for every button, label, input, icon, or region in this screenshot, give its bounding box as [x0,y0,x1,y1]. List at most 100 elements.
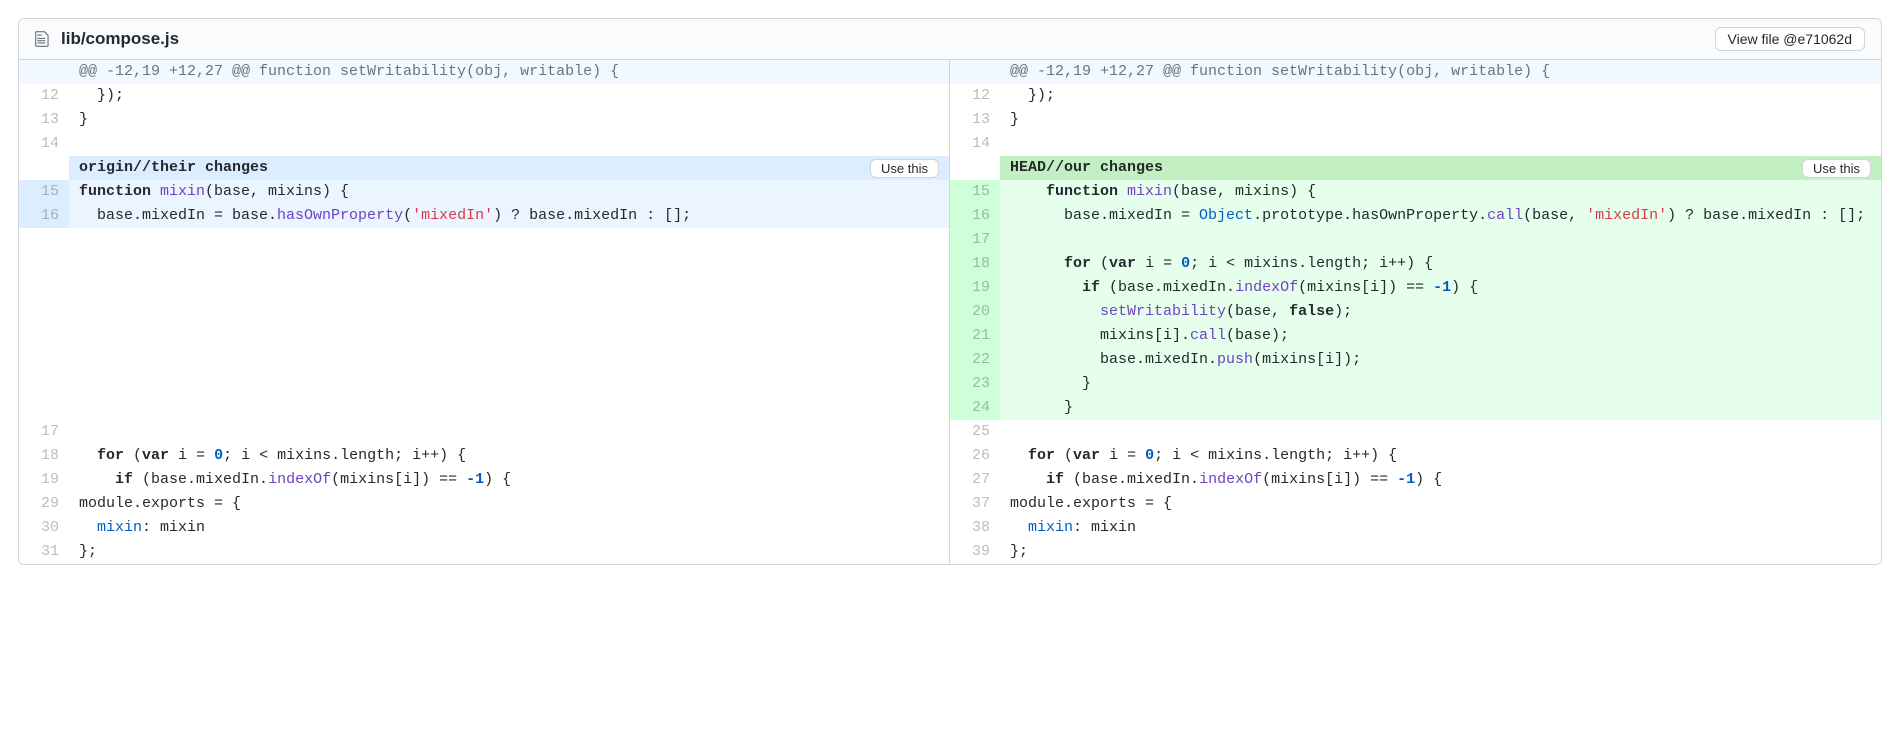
line-number: 18 [19,444,69,468]
code-cell [1000,132,1881,156]
code-row: 15 function mixin(base, mixins) { [950,180,1881,204]
code-cell: if (base.mixedIn.indexOf(mixins[i]) == -… [1000,276,1881,300]
code-row: 21 mixins[i].call(base); [950,324,1881,348]
code-cell: base.mixedIn.push(mixins[i]); [1000,348,1881,372]
code-cell: base.mixedIn = base.hasOwnProperty('mixe… [69,204,949,228]
code-cell: }; [1000,540,1881,564]
line-number: 38 [950,516,1000,540]
line-number: 37 [950,492,1000,516]
diff-side-ours: @@ -12,19 +12,27 @@ function setWritabil… [950,60,1881,564]
empty-row [19,228,949,252]
code-cell: }; [69,540,949,564]
code-row: 20 setWritability(base, false); [950,300,1881,324]
line-number [19,228,69,252]
line-number: 12 [950,84,1000,108]
line-number: 24 [950,396,1000,420]
line-number: 23 [950,372,1000,396]
code-cell: for (var i = 0; i < mixins.length; i++) … [1000,444,1881,468]
code-row: 14 [950,132,1881,156]
code-cell [69,228,949,252]
code-row: 22 base.mixedIn.push(mixins[i]); [950,348,1881,372]
code-row: 30 mixin: mixin [19,516,949,540]
conflict-header-theirs: origin//their changesUse this [19,156,949,180]
code-cell [1000,228,1881,252]
code-row: 19 if (base.mixedIn.indexOf(mixins[i]) =… [19,468,949,492]
empty-row [19,372,949,396]
code-cell [69,420,949,444]
line-number: 18 [950,252,1000,276]
line-number: 21 [950,324,1000,348]
line-number [19,372,69,396]
empty-row [19,348,949,372]
code-cell: for (var i = 0; i < mixins.length; i++) … [1000,252,1881,276]
line-number: 27 [950,468,1000,492]
code-cell: } [1000,108,1881,132]
line-number [19,60,69,84]
line-number: 39 [950,540,1000,564]
code-cell [1000,420,1881,444]
view-file-button[interactable]: View file @e71062d [1715,27,1865,51]
code-cell [69,372,949,396]
line-number: 26 [950,444,1000,468]
file-header: lib/compose.js View file @e71062d [19,19,1881,60]
line-number: 16 [19,204,69,228]
line-number [19,348,69,372]
line-number: 13 [950,108,1000,132]
code-row: 38 mixin: mixin [950,516,1881,540]
code-cell: }); [1000,84,1881,108]
line-number: 13 [19,108,69,132]
line-number [950,156,1000,180]
code-cell: mixins[i].call(base); [1000,324,1881,348]
line-number: 14 [950,132,1000,156]
code-row: 14 [19,132,949,156]
code-row: 31}; [19,540,949,564]
diff-body: @@ -12,19 +12,27 @@ function setWritabil… [19,60,1881,564]
code-cell: setWritability(base, false); [1000,300,1881,324]
code-row: 16 base.mixedIn = Object.prototype.hasOw… [950,204,1881,228]
code-cell [69,396,949,420]
line-number [19,156,69,180]
code-row: 23 } [950,372,1881,396]
empty-row [19,276,949,300]
code-cell: if (base.mixedIn.indexOf(mixins[i]) == -… [1000,468,1881,492]
line-number: 19 [950,276,1000,300]
code-row: 39}; [950,540,1881,564]
line-number [19,300,69,324]
code-cell: function mixin(base, mixins) { [1000,180,1881,204]
code-cell: function mixin(base, mixins) { [69,180,949,204]
code-cell [69,300,949,324]
line-number: 22 [950,348,1000,372]
hunk-header: @@ -12,19 +12,27 @@ function setWritabil… [950,60,1881,84]
code-row: 19 if (base.mixedIn.indexOf(mixins[i]) =… [950,276,1881,300]
code-row: 15function mixin(base, mixins) { [19,180,949,204]
code-row: 18 for (var i = 0; i < mixins.length; i+… [950,252,1881,276]
hunk-text: @@ -12,19 +12,27 @@ function setWritabil… [69,60,949,84]
code-cell: mixin: mixin [1000,516,1881,540]
line-number: 29 [19,492,69,516]
line-number: 30 [19,516,69,540]
line-number [19,276,69,300]
conflict-label: HEAD//our changes [1000,156,1163,180]
line-number: 17 [950,228,1000,252]
diff-side-theirs: @@ -12,19 +12,27 @@ function setWritabil… [19,60,950,564]
code-cell: } [69,108,949,132]
code-row: 37module.exports = { [950,492,1881,516]
code-row: 25 [950,420,1881,444]
code-cell: if (base.mixedIn.indexOf(mixins[i]) == -… [69,468,949,492]
code-row: 13} [19,108,949,132]
hunk-header: @@ -12,19 +12,27 @@ function setWritabil… [19,60,949,84]
line-number: 15 [19,180,69,204]
use-this-button[interactable]: Use this [870,159,939,178]
code-cell [69,132,949,156]
line-number: 14 [19,132,69,156]
code-row: 29module.exports = { [19,492,949,516]
line-number: 12 [19,84,69,108]
empty-row [19,300,949,324]
line-number: 17 [19,420,69,444]
code-row: 18 for (var i = 0; i < mixins.length; i+… [19,444,949,468]
use-this-button[interactable]: Use this [1802,159,1871,178]
code-cell [69,252,949,276]
file-name: lib/compose.js [61,29,179,49]
conflict-header-ours: HEAD//our changes Use this [950,156,1881,180]
file-icon [35,30,51,48]
